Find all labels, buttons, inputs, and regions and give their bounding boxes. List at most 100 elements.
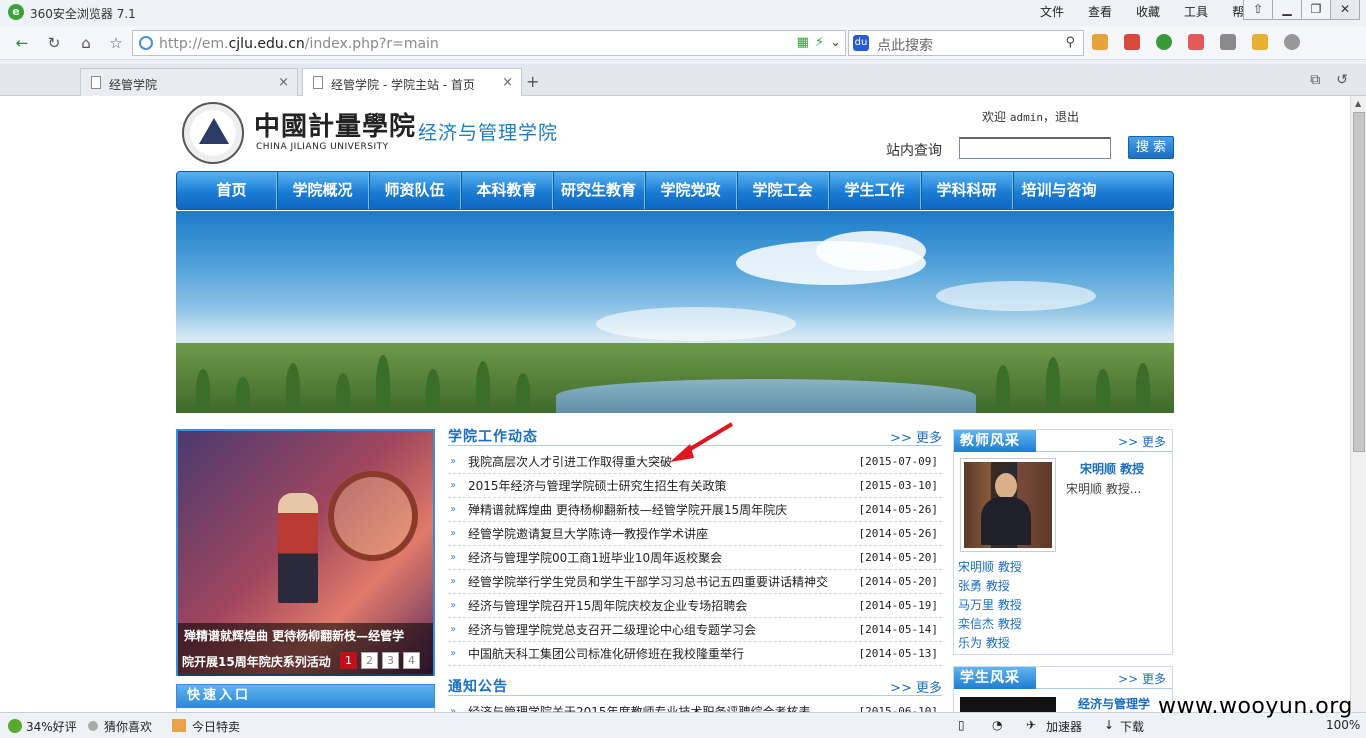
screenshot-icon[interactable] [1220, 34, 1236, 50]
shield-icon[interactable] [1156, 34, 1172, 50]
deal-link[interactable]: 今日特卖 [192, 718, 240, 735]
new-tab-button[interactable]: + [526, 72, 539, 91]
close-tab-icon[interactable]: × [502, 75, 513, 90]
news-item[interactable]: » 2015年经济与管理学院硕士研究生招生有关政策 [2015-03-10] [448, 474, 942, 498]
chevron-down-icon[interactable]: ⌄ [830, 35, 841, 50]
menu-tools[interactable]: 工具 [1184, 3, 1208, 20]
site-search-button[interactable]: 搜 索 [1128, 136, 1174, 159]
nav-faculty[interactable]: 师资队伍 [369, 172, 461, 209]
rating-text[interactable]: 34%好评 [26, 718, 77, 735]
news-item[interactable]: » 经济与管理学院关于2015年度教师专业技术职务评聘综合考核表 [2015-06-… [448, 700, 942, 712]
teacher-link[interactable]: 栾信杰 教授 [958, 615, 1022, 634]
menu-view[interactable]: 查看 [1088, 3, 1112, 20]
nav-training[interactable]: 培训与咨询 [1013, 172, 1105, 209]
nav-student-work[interactable]: 学生工作 [829, 172, 921, 209]
zoom-level[interactable]: 100% [1326, 718, 1360, 732]
teacher-link[interactable]: 张勇 教授 [958, 577, 1022, 596]
news-item-title[interactable]: 经济与管理学院00工商1班毕业10周年返校聚会 [468, 546, 722, 570]
maximize-button[interactable]: ❐ [1301, 0, 1331, 20]
close-window-button[interactable]: ✕ [1330, 0, 1360, 20]
calendar-icon[interactable] [1124, 34, 1140, 50]
search-box[interactable]: du 点此搜索 ⚲ [848, 30, 1084, 56]
nav-home[interactable]: 首页 [187, 172, 277, 209]
news-item[interactable]: » 经管学院举行学生党员和学生干部学习习总书记五四重要讲话精神交 [2014-05-… [448, 570, 942, 594]
scroll-up-icon[interactable]: ▲ [1355, 99, 1361, 108]
baidu-paw-icon[interactable]: du [853, 35, 869, 51]
news-item-title[interactable]: 殚精谱就辉煌曲 更待杨柳翻新枝—经管学院开展15周年院庆 [468, 498, 787, 522]
search-icon[interactable]: ⚲ [1065, 35, 1075, 50]
teacher-link[interactable]: 乐为 教授 [958, 634, 1022, 653]
guess-link[interactable]: 猜你喜欢 [104, 718, 152, 735]
news-slideshow[interactable]: 殚精谱就辉煌曲 更待杨柳翻新枝—经管学 院开展15周年院庆系列活动 1 2 3 … [176, 429, 435, 676]
address-url[interactable]: http://em.cjlu.edu.cn/index.php?r=main [159, 36, 439, 52]
news-item[interactable]: » 经管学院邀请复旦大学陈诗一教授作学术讲座 [2014-05-26] [448, 522, 942, 546]
search-input[interactable]: 点此搜索 [877, 35, 933, 55]
nav-research[interactable]: 学科科研 [921, 172, 1013, 209]
teacher-featured-name[interactable]: 宋明顺 教授 [1080, 460, 1144, 477]
nav-overview[interactable]: 学院概况 [277, 172, 369, 209]
tab-list-icon[interactable]: ⧉ [1310, 72, 1320, 88]
address-bar[interactable]: http://em.cjlu.edu.cn/index.php?r=main ▦… [132, 30, 846, 56]
skin-icon[interactable]: ⇧ [1243, 0, 1273, 20]
qr-code-icon[interactable]: ▦ [797, 35, 809, 50]
menu-favorites[interactable]: 收藏 [1136, 3, 1160, 20]
tab-main-site[interactable]: 经管学院 - 学院主站 - 首页 × [302, 68, 522, 96]
news-item-title[interactable]: 我院高层次人才引进工作取得重大突破 [468, 450, 672, 474]
student-photo[interactable] [960, 697, 1056, 712]
news-item-title[interactable]: 经济与管理学院召开15周年院庆校友企业专场招聘会 [468, 594, 747, 618]
slide-page-4[interactable]: 4 [403, 652, 420, 669]
news-item-title[interactable]: 经济与管理学院关于2015年度教师专业技术职务评聘综合考核表 [468, 700, 811, 712]
teacher-link[interactable]: 宋明顺 教授 [958, 558, 1022, 577]
tab-jingguan[interactable]: 经管学院 × [80, 68, 298, 96]
news-item-title[interactable]: 经管学院举行学生党员和学生干部学习习总书记五四重要讲话精神交 [468, 570, 828, 594]
close-tab-icon[interactable]: × [278, 75, 289, 90]
accelerator-icon[interactable]: ✈ [1026, 718, 1036, 732]
nav-union[interactable]: 学院工会 [737, 172, 829, 209]
news-item-title[interactable]: 经济与管理学院党总支召开二级理论中心组专题学习会 [468, 618, 756, 642]
back-arrow-icon[interactable]: ← [12, 33, 32, 53]
vertical-scrollbar[interactable]: ▲ [1350, 96, 1366, 712]
teacher-more-link[interactable]: >> 更多 [1118, 433, 1166, 450]
nav-undergraduate[interactable]: 本科教育 [461, 172, 553, 209]
speed-icon[interactable]: ◔ [992, 718, 1002, 732]
logout-link[interactable]: 退出 [1055, 110, 1079, 124]
news-item-title[interactable]: 中国航天科工集团公司标准化研修班在我校隆重举行 [468, 642, 744, 666]
favorite-star-icon[interactable]: ☆ [106, 33, 126, 53]
undo-close-icon[interactable]: ↺ [1336, 72, 1348, 88]
news-item-title[interactable]: 2015年经济与管理学院硕士研究生招生有关政策 [468, 474, 727, 498]
nav-graduate[interactable]: 研究生教育 [553, 172, 645, 209]
news-item[interactable]: » 经济与管理学院召开15周年院庆校友企业专场招聘会 [2014-05-19] [448, 594, 942, 618]
download-icon[interactable]: ↓ [1104, 718, 1114, 732]
slide-page-2[interactable]: 2 [361, 652, 378, 669]
teacher-photo[interactable] [960, 458, 1056, 552]
minimize-button[interactable]: ▁ [1272, 0, 1302, 20]
notice-more-link[interactable]: >> 更多 [890, 677, 942, 696]
news-item[interactable]: » 经济与管理学院00工商1班毕业10周年返校聚会 [2014-05-20] [448, 546, 942, 570]
student-featured[interactable]: 经济与管理学 [1078, 695, 1150, 712]
news-item-title[interactable]: 经管学院邀请复旦大学陈诗一教授作学术讲座 [468, 522, 708, 546]
translate-icon[interactable] [1188, 34, 1204, 50]
site-search-input[interactable] [959, 137, 1111, 159]
nav-party[interactable]: 学院党政 [645, 172, 737, 209]
news-item[interactable]: » 殚精谱就辉煌曲 更待杨柳翻新枝—经管学院开展15周年院庆 [2014-05-26… [448, 498, 942, 522]
lightning-icon[interactable]: ⚡ [815, 35, 824, 50]
site-logo[interactable]: 中國計量學院 CHINA JILIANG UNIVERSITY 经济与管理学院 [176, 96, 586, 168]
rating-icon [8, 719, 22, 733]
slide-page-1[interactable]: 1 [340, 652, 357, 669]
accelerator-link[interactable]: 加速器 [1046, 718, 1082, 735]
scroll-thumb[interactable] [1353, 112, 1365, 452]
student-more-link[interactable]: >> 更多 [1118, 670, 1166, 687]
download-link[interactable]: 下载 [1120, 718, 1144, 735]
news-item[interactable]: » 中国航天科工集团公司标准化研修班在我校隆重举行 [2014-05-13] [448, 642, 942, 666]
zoom-icon[interactable] [1284, 34, 1300, 50]
news-more-link[interactable]: >> 更多 [890, 427, 942, 446]
menu-file[interactable]: 文件 [1040, 3, 1064, 20]
gift-icon[interactable] [1252, 34, 1268, 50]
apps-icon[interactable] [1092, 34, 1108, 50]
news-item[interactable]: » 经济与管理学院党总支召开二级理论中心组专题学习会 [2014-05-14] [448, 618, 942, 642]
mobile-icon[interactable]: ▯ [958, 718, 965, 732]
slide-page-3[interactable]: 3 [382, 652, 399, 669]
reload-icon[interactable]: ↻ [44, 33, 64, 53]
home-icon[interactable]: ⌂ [76, 33, 96, 53]
teacher-link[interactable]: 马万里 教授 [958, 596, 1022, 615]
